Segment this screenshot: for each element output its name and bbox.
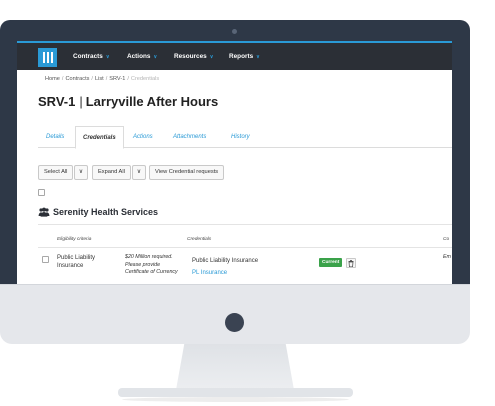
nav-reports[interactable]: Reports ∨ [229,43,260,70]
breadcrumb-srv[interactable]: SRV-1 [109,76,125,82]
section-divider [38,224,452,225]
truncated-cell: Em [443,254,451,260]
page-title: SRV-1 | Larryville After Hours [38,94,218,109]
column-header-truncated: Co [443,237,450,242]
nav-label: Actions [127,53,151,60]
tab-bar: Details Credentials Actions Attachments … [38,126,452,149]
monitor-stand-base [118,388,353,397]
screen: Contracts ∨ Actions ∨ Resources ∨ Reports ∨ … [17,41,452,284]
nav-label: Contracts [73,53,103,60]
expand-all-button[interactable]: Expand All [92,165,131,180]
breadcrumb-list[interactable]: List [95,76,104,82]
nav-resources[interactable]: Resources ∨ [174,43,213,70]
delete-button[interactable] [346,258,356,268]
select-all-checkbox[interactable] [38,189,45,196]
contract-name: Larryville After Hours [85,94,219,109]
power-button-icon [225,313,244,332]
stand-shadow [122,397,349,402]
criteria-note: $20 Million required. Please provide Cer… [125,254,178,275]
breadcrumb-separator: / [105,76,108,82]
organization-heading: Serenity Health Services [38,206,158,218]
chevron-down-icon: ∨ [136,169,142,175]
nav-actions[interactable]: Actions ∨ [127,43,157,70]
nav-contracts[interactable]: Contracts ∨ [73,43,110,70]
credential-name: Public Liability Insurance [192,258,259,264]
title-separator: | [79,94,83,109]
users-icon [38,207,50,217]
row-checkbox[interactable] [42,256,49,263]
tab-credentials[interactable]: Credentials [75,126,124,149]
tab-attachments[interactable]: Attachments [173,126,206,148]
expand-all-dropdown[interactable]: ∨ [132,165,146,180]
organization-name: Serenity Health Services [53,207,159,217]
select-all-button[interactable]: Select All [38,165,74,180]
breadcrumb-separator: / [127,76,129,82]
breadcrumb-separator: / [61,76,64,82]
breadcrumb-contracts[interactable]: Contracts [65,76,89,82]
contract-id: SRV-1 [38,94,76,109]
camera-icon [232,29,237,34]
chevron-down-icon: ∨ [256,54,260,60]
column-header-eligibility: Eligibility criteria [57,237,92,242]
view-credential-requests-button[interactable]: View Credential requests [149,165,225,180]
nav-label: Resources [174,53,207,60]
top-navbar: Contracts ∨ Actions ∨ Resources ∨ Reports ∨ [17,41,452,70]
nav-label: Reports [229,53,254,60]
tab-details[interactable]: Details [46,126,64,148]
tab-history[interactable]: History [231,126,250,148]
app-logo-icon[interactable] [38,48,57,67]
chevron-down-icon: ∨ [78,169,84,175]
column-header-credentials: Credentials [187,237,212,242]
tab-actions[interactable]: Actions [133,126,153,148]
breadcrumb-separator: / [91,76,93,82]
chevron-down-icon: ∨ [209,54,214,60]
eligibility-criteria: Public Liability Insurance [57,255,96,269]
table-header-divider [38,247,452,248]
status-badge: Current [319,258,343,267]
trash-icon [348,259,354,267]
breadcrumb: Home / Contracts / List / SRV-1/Credentials [45,76,159,82]
breadcrumb-current: Credentials [130,76,160,82]
breadcrumb-home[interactable]: Home [45,76,60,82]
credential-link[interactable]: PL Insurance [192,270,227,276]
chevron-down-icon: ∨ [105,54,110,60]
chevron-down-icon: ∨ [153,54,158,60]
monitor-stand [176,344,294,390]
select-all-dropdown[interactable]: ∨ [74,165,88,180]
